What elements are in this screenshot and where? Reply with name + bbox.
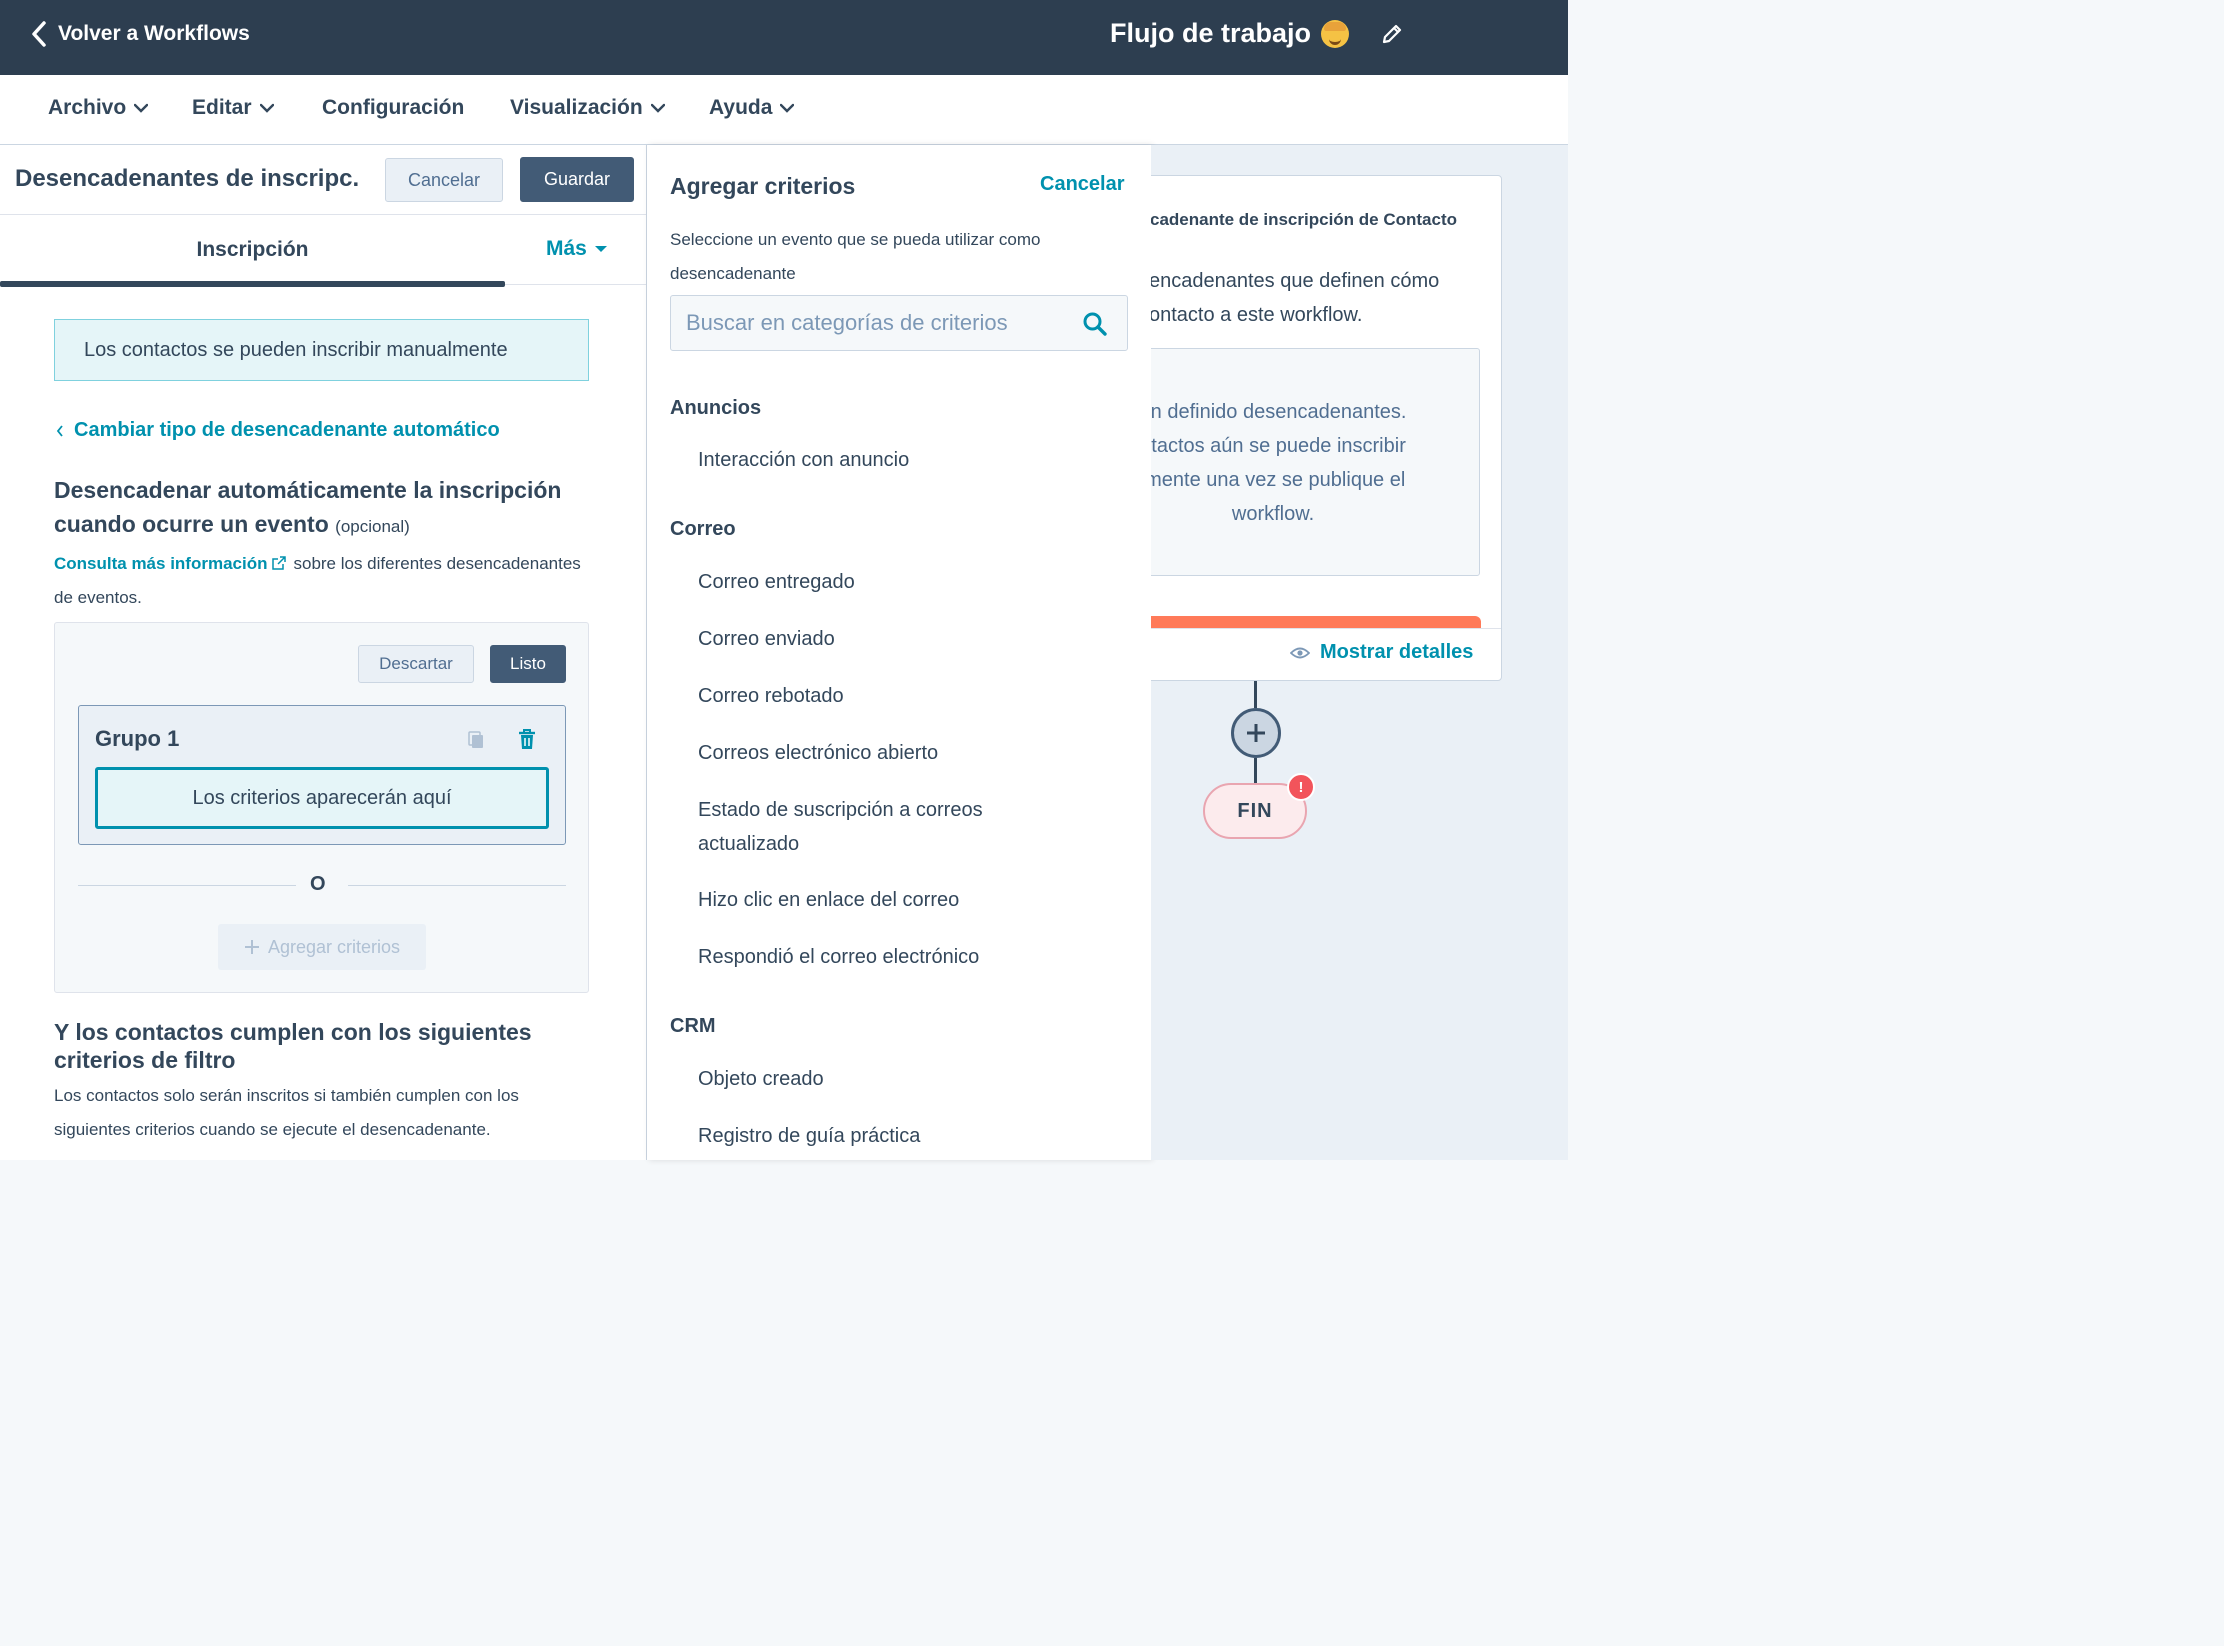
or-divider-line-left bbox=[78, 885, 296, 886]
external-link-icon bbox=[272, 556, 287, 570]
menu-configuracion-label: Configuración bbox=[322, 96, 465, 119]
trigger-card-description: encadenantes que definen cómo ontacto a … bbox=[1151, 270, 1440, 326]
tab-inscripcion-label: Inscripción bbox=[196, 238, 309, 261]
trigger-accent-bar bbox=[1151, 616, 1481, 628]
tab-mas-label: Más bbox=[546, 237, 587, 260]
cancel-criteria-link[interactable]: Cancelar bbox=[1040, 173, 1125, 196]
chevron-down-icon bbox=[259, 103, 274, 113]
criteria-item[interactable]: Correo enviado bbox=[698, 622, 1118, 656]
alert-badge: ! bbox=[1287, 773, 1315, 801]
workflow-title-text: Flujo de trabajo bbox=[1110, 18, 1312, 48]
chevron-down-icon bbox=[134, 103, 149, 113]
panel-header: Desencadenantes de inscripc... Cancelar … bbox=[0, 145, 646, 215]
criteria-item[interactable]: Correos electrónico abierto bbox=[698, 736, 1118, 770]
chevron-down-icon bbox=[650, 103, 665, 113]
criteria-search-input[interactable] bbox=[671, 296, 1071, 350]
add-criteria-description: Seleccione un evento que se pueda utiliz… bbox=[670, 230, 1041, 283]
criteria-item[interactable]: Objeto creado bbox=[698, 1062, 1118, 1096]
filter-criteria-description: Los contactos solo serán inscritos si ta… bbox=[54, 1086, 519, 1139]
menu-visualizacion[interactable]: Visualización bbox=[510, 96, 665, 120]
category-correo: Correo bbox=[670, 518, 736, 540]
enrollment-trigger-card[interactable]: cadenante de inscripción de Contacto enc… bbox=[1151, 175, 1502, 681]
criteria-item[interactable]: Estado de suscripción a correos actualiz… bbox=[698, 793, 1008, 861]
add-criteria-panel: Agregar criterios Cancelar Seleccione un… bbox=[647, 145, 1151, 1160]
top-bar: Volver a Workflows Flujo de trabajo bbox=[0, 0, 1568, 75]
discard-button[interactable]: Descartar bbox=[358, 645, 474, 683]
chevron-left-icon bbox=[32, 21, 46, 47]
info-text: Consulta más información sobre los difere… bbox=[54, 547, 594, 615]
add-criteria-button[interactable]: Agregar criterios bbox=[218, 924, 426, 970]
search-icon[interactable] bbox=[1082, 311, 1108, 337]
workflow-canvas: cadenante de inscripción de Contacto enc… bbox=[1151, 145, 1568, 1160]
cancel-button[interactable]: Cancelar bbox=[385, 158, 503, 202]
workflow-title: Flujo de trabajo bbox=[1110, 18, 1403, 49]
or-divider: O bbox=[78, 873, 566, 897]
caret-down-icon bbox=[594, 246, 607, 252]
tab-inscripcion[interactable]: Inscripción bbox=[0, 215, 505, 287]
panel-title: Desencadenantes de inscripc... bbox=[15, 165, 360, 192]
plus-icon bbox=[244, 940, 259, 954]
trash-icon[interactable] bbox=[517, 728, 537, 750]
connector-line bbox=[1254, 681, 1257, 708]
criteria-group: Grupo 1 Los criterios aparecerán aquí bbox=[78, 705, 566, 845]
enrollment-triggers-panel: Desencadenantes de inscripc... Cancelar … bbox=[0, 145, 647, 1160]
criteria-item[interactable]: Hizo clic en enlace del correo bbox=[698, 883, 1118, 917]
eye-icon bbox=[1290, 647, 1310, 658]
empty-state-text: an definido desencadenantes. ntactos aún… bbox=[1151, 401, 1407, 525]
criteria-item[interactable]: Correo rebotado bbox=[698, 679, 1118, 713]
back-to-workflows-link[interactable]: Volver a Workflows bbox=[30, 20, 250, 48]
menu-ayuda[interactable]: Ayuda bbox=[709, 96, 795, 120]
trigger-group-editor: Descartar Listo Grupo 1 Los criterios ap… bbox=[54, 622, 589, 993]
criteria-item[interactable]: Respondió el correo electrónico bbox=[698, 940, 1118, 974]
trigger-card-title: cadenante de inscripción de Contacto bbox=[1151, 210, 1458, 229]
connector-line bbox=[1254, 758, 1257, 785]
category-crm: CRM bbox=[670, 1015, 716, 1037]
criteria-item[interactable]: Interacción con anuncio bbox=[698, 443, 1118, 477]
change-trigger-type-link[interactable]: Cambiar tipo de desencadenante automátic… bbox=[56, 419, 500, 442]
panel-tabs: Inscripción Más bbox=[0, 215, 646, 287]
add-criteria-title: Agregar criterios bbox=[670, 173, 856, 199]
done-button[interactable]: Listo bbox=[490, 645, 566, 683]
menu-archivo-label: Archivo bbox=[48, 96, 127, 119]
show-details-label: Mostrar detalles bbox=[1320, 641, 1474, 663]
criteria-dropzone[interactable]: Los criterios aparecerán aquí bbox=[95, 767, 549, 829]
optional-label: (opcional) bbox=[335, 517, 410, 536]
menu-editar-label: Editar bbox=[192, 96, 252, 119]
criteria-item[interactable]: Registro de guía práctica bbox=[698, 1119, 1118, 1153]
or-divider-line-right bbox=[348, 885, 566, 886]
show-details-link[interactable]: Mostrar detalles bbox=[1290, 641, 1473, 664]
chevron-left-icon bbox=[56, 424, 63, 437]
copy-icon[interactable] bbox=[467, 730, 485, 750]
menu-editar[interactable]: Editar bbox=[192, 96, 274, 120]
group-title: Grupo 1 bbox=[95, 726, 180, 751]
menu-configuracion[interactable]: Configuración bbox=[322, 96, 464, 120]
add-action-button[interactable] bbox=[1231, 708, 1281, 758]
cowboy-emoji-icon bbox=[1321, 19, 1350, 48]
auto-heading-line1: Desencadenar automáticamente la inscripc… bbox=[54, 477, 562, 503]
add-criteria-label: Agregar criterios bbox=[267, 936, 401, 957]
menu-ayuda-label: Ayuda bbox=[709, 96, 773, 119]
plus-icon bbox=[1247, 724, 1265, 742]
change-trigger-label: Cambiar tipo de desencadenante automátic… bbox=[74, 419, 500, 441]
back-label: Volver a Workflows bbox=[58, 22, 250, 45]
menu-visualizacion-label: Visualización bbox=[510, 96, 643, 119]
criteria-item[interactable]: Correo entregado bbox=[698, 565, 1118, 599]
save-button[interactable]: Guardar bbox=[520, 157, 634, 202]
criteria-search-box bbox=[670, 295, 1128, 351]
manual-enroll-notice: Los contactos se pueden inscribir manual… bbox=[54, 319, 589, 381]
auto-heading-line2: cuando ocurre un evento bbox=[54, 511, 329, 537]
menu-bar: Archivo Editar Configuración Visualizaci… bbox=[0, 75, 1568, 145]
active-tab-indicator bbox=[0, 281, 505, 287]
trigger-card-empty-state: an definido desencadenantes. ntactos aún… bbox=[1151, 348, 1480, 576]
menu-archivo[interactable]: Archivo bbox=[48, 96, 149, 120]
filter-criteria-heading: Y los contactos cumplen con los siguient… bbox=[54, 1019, 532, 1073]
trigger-card-footer: Mostrar detalles bbox=[1151, 628, 1501, 680]
learn-more-link[interactable]: Consulta más información bbox=[54, 554, 267, 573]
pencil-icon[interactable] bbox=[1381, 23, 1403, 45]
or-label: O bbox=[310, 873, 326, 895]
category-anuncios: Anuncios bbox=[670, 397, 762, 419]
chevron-down-icon bbox=[780, 103, 795, 113]
auto-trigger-heading: Desencadenar automáticamente la inscripc… bbox=[54, 473, 561, 544]
tab-mas[interactable]: Más bbox=[546, 237, 607, 261]
